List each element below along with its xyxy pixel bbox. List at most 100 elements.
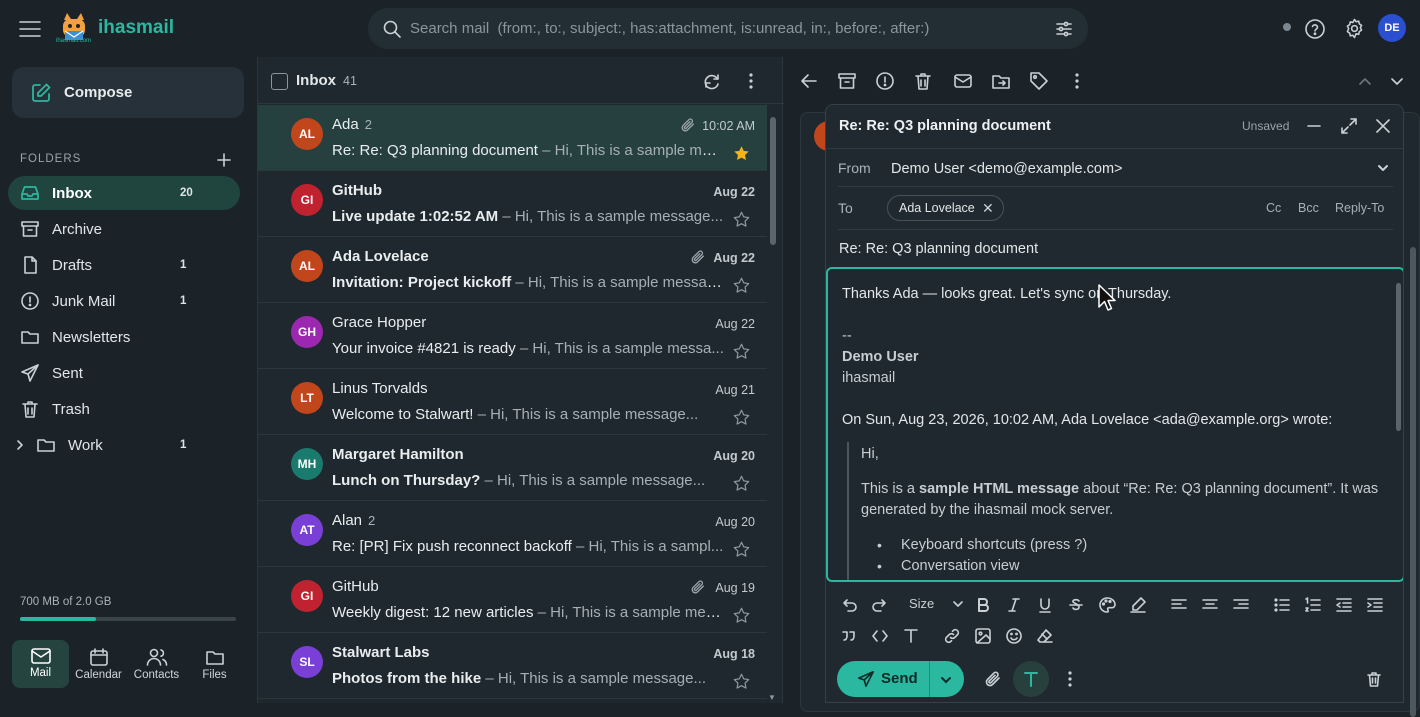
numbered-list-icon[interactable] xyxy=(1304,596,1322,614)
send-options-chevron-icon[interactable] xyxy=(939,673,953,687)
nav-calendar[interactable]: Calendar xyxy=(70,640,127,688)
bcc-toggle[interactable]: Bcc xyxy=(1298,201,1319,215)
select-all-checkbox[interactable] xyxy=(271,73,288,90)
folder-sent[interactable]: Sent xyxy=(8,356,240,390)
compose-button[interactable]: Compose xyxy=(12,67,244,118)
folder-newsletters[interactable]: Newsletters xyxy=(8,320,240,354)
editor-scrollbar[interactable] xyxy=(1396,283,1401,431)
delete-icon[interactable] xyxy=(913,71,933,91)
expand-icon[interactable] xyxy=(1340,117,1358,135)
align-center-icon[interactable] xyxy=(1201,596,1219,614)
close-icon[interactable] xyxy=(1374,117,1392,135)
text-color-palette-icon[interactable] xyxy=(1098,596,1116,614)
folder-work[interactable]: Work 1 xyxy=(8,428,240,462)
font-size-select[interactable]: Size xyxy=(909,596,934,611)
user-avatar[interactable]: DE xyxy=(1378,14,1406,42)
search-filters-icon[interactable] xyxy=(1054,19,1074,39)
chevron-up-icon[interactable] xyxy=(1355,71,1375,91)
star-icon[interactable] xyxy=(733,673,750,690)
scroll-down-arrow-icon[interactable]: ▼ xyxy=(768,693,776,702)
help-icon[interactable] xyxy=(1304,18,1326,40)
star-icon[interactable] xyxy=(733,475,750,492)
message-row[interactable]: GI GitHub Weekly digest: 12 new articles –… xyxy=(258,567,767,633)
archive-icon[interactable] xyxy=(837,71,857,91)
emoji-icon[interactable] xyxy=(1005,627,1023,645)
message-row[interactable]: AT Alan 2 Re: [PR] Fix push reconnect backo… xyxy=(258,501,767,567)
size-label: Size xyxy=(909,596,935,611)
more-vertical-icon[interactable] xyxy=(1061,670,1079,688)
star-icon[interactable] xyxy=(733,211,750,228)
bold-icon[interactable] xyxy=(974,596,992,614)
italic-icon[interactable] xyxy=(1005,596,1023,614)
undo-icon[interactable] xyxy=(840,596,858,614)
formatting-toggle-button[interactable] xyxy=(1013,661,1049,697)
subject-field[interactable]: Re: Re: Q3 planning document xyxy=(839,241,1038,257)
star-icon[interactable] xyxy=(733,277,750,294)
minimize-icon[interactable] xyxy=(1306,118,1322,134)
message-row[interactable]: AL Ada Lovelace Invitation: Project kickof… xyxy=(258,237,767,303)
indent-icon[interactable] xyxy=(1366,596,1384,614)
send-button[interactable]: Send xyxy=(837,661,964,697)
refresh-icon[interactable] xyxy=(702,71,722,91)
chevron-down-icon[interactable] xyxy=(1387,71,1407,91)
report-spam-icon[interactable] xyxy=(875,71,895,91)
underline-icon[interactable] xyxy=(1036,596,1054,614)
label-tag-icon[interactable] xyxy=(1029,71,1049,91)
folder-inbox[interactable]: Inbox 20 xyxy=(8,176,240,210)
folder-junk-mail[interactable]: Junk Mail 1 xyxy=(8,284,240,318)
star-icon[interactable] xyxy=(733,541,750,558)
brand-name[interactable]: ihasmail xyxy=(98,17,174,39)
insert-image-icon[interactable] xyxy=(974,627,992,645)
message-editor[interactable]: Thanks Ada — looks great. Let's sync on … xyxy=(826,267,1403,582)
nav-contacts[interactable]: Contacts xyxy=(128,640,185,688)
folder-drafts[interactable]: Drafts 1 xyxy=(8,248,240,282)
attach-paperclip-icon[interactable] xyxy=(984,670,1002,688)
search-input[interactable] xyxy=(410,8,1030,49)
add-folder-icon[interactable] xyxy=(216,152,232,168)
align-left-icon[interactable] xyxy=(1170,596,1188,614)
text-format-icon[interactable] xyxy=(902,627,920,645)
reply-to-toggle[interactable]: Reply-To xyxy=(1335,201,1384,215)
message-row[interactable]: LT Linus Torvalds Welcome to Stalwart! – H… xyxy=(258,369,767,435)
chevron-down-icon[interactable] xyxy=(1376,161,1390,175)
code-icon[interactable] xyxy=(871,627,889,645)
chevron-right-icon[interactable] xyxy=(14,439,26,451)
redo-icon[interactable] xyxy=(871,596,889,614)
mark-unread-icon[interactable] xyxy=(953,71,973,91)
cc-toggle[interactable]: Cc xyxy=(1266,201,1281,215)
reader-scrollbar[interactable] xyxy=(1410,247,1416,717)
more-vertical-icon[interactable] xyxy=(1067,71,1087,91)
align-right-icon[interactable] xyxy=(1232,596,1250,614)
settings-gear-icon[interactable] xyxy=(1343,17,1366,40)
chevron-down-icon[interactable] xyxy=(952,598,964,610)
back-arrow-icon[interactable] xyxy=(799,71,819,91)
discard-draft-trash-icon[interactable] xyxy=(1365,670,1383,688)
folder-trash[interactable]: Trash xyxy=(8,392,240,426)
star-icon[interactable] xyxy=(733,343,750,360)
strikethrough-icon[interactable] xyxy=(1067,596,1085,614)
message-row[interactable]: AL Ada 2 Re: Re: Q3 planning document – Hi,… xyxy=(258,105,767,171)
message-row[interactable]: SL Stalwart Labs Photos from the hike – Hi… xyxy=(258,633,767,699)
bullet-list-icon[interactable] xyxy=(1273,596,1291,614)
outdent-icon[interactable] xyxy=(1335,596,1353,614)
message-row[interactable]: MH Margaret Hamilton Lunch on Thursday? – … xyxy=(258,435,767,501)
star-icon[interactable] xyxy=(733,409,750,426)
folder-archive[interactable]: Archive xyxy=(8,212,240,246)
list-scrollbar[interactable] xyxy=(770,117,776,245)
message-row[interactable]: GI GitHub Live update 1:02:52 AM – Hi, Thi… xyxy=(258,171,767,237)
recipient-chip[interactable]: Ada Lovelace ✕ xyxy=(887,195,1004,221)
star-icon[interactable] xyxy=(733,607,750,624)
blockquote-icon[interactable] xyxy=(840,627,858,645)
insert-link-icon[interactable] xyxy=(943,627,961,645)
nav-files[interactable]: Files xyxy=(186,640,243,688)
clear-formatting-eraser-icon[interactable] xyxy=(1036,627,1054,645)
nav-mail[interactable]: Mail xyxy=(12,640,69,688)
remove-recipient-icon[interactable]: ✕ xyxy=(982,196,994,220)
highlight-icon[interactable] xyxy=(1129,596,1147,614)
message-row[interactable]: GH Grace Hopper Your invoice #4821 is read… xyxy=(258,303,767,369)
move-to-folder-icon[interactable] xyxy=(991,71,1011,91)
more-vertical-icon[interactable] xyxy=(741,71,761,91)
star-filled-icon[interactable] xyxy=(733,145,750,162)
menu-icon[interactable] xyxy=(18,18,42,40)
from-select[interactable]: Demo User <demo@example.com> xyxy=(891,161,1123,177)
